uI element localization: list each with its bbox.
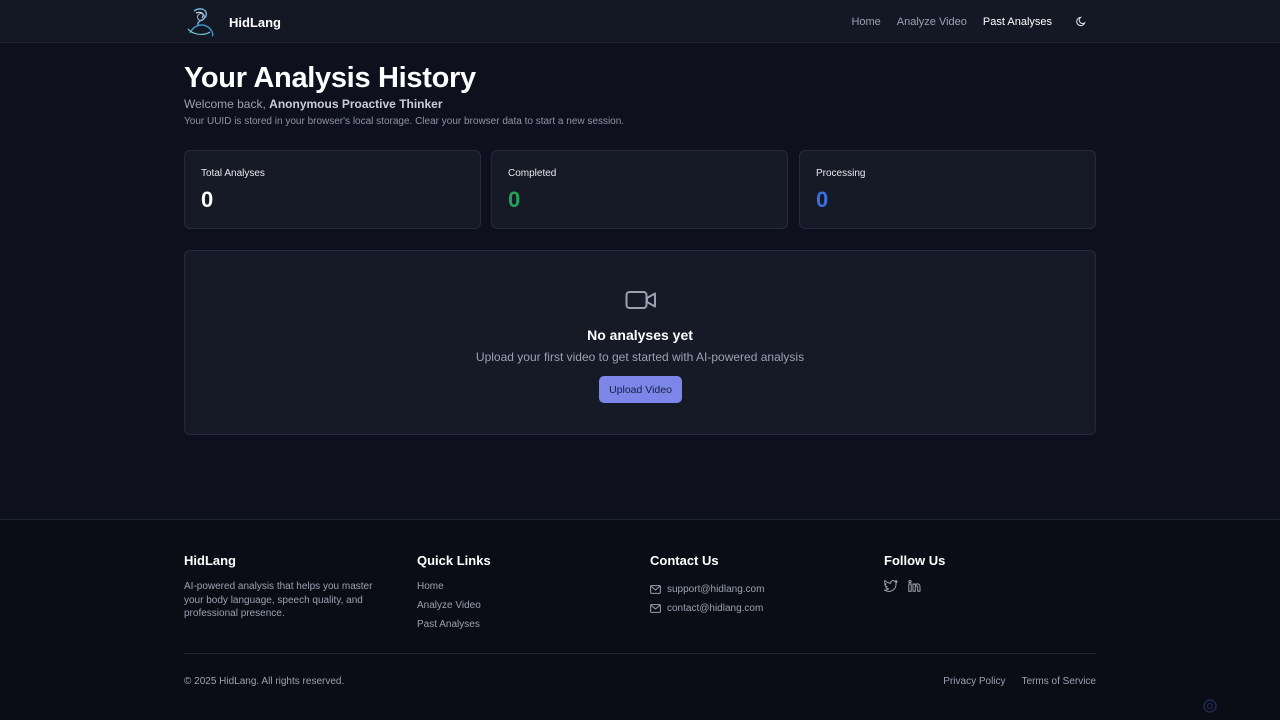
twitter-icon[interactable] — [884, 580, 898, 592]
brand-name: HidLang — [229, 14, 281, 30]
stat-value: 0 — [508, 187, 521, 212]
mail-icon — [650, 585, 661, 594]
floating-badge-icon[interactable] — [1203, 699, 1217, 713]
video-camera-icon — [625, 291, 656, 309]
contact-email: support@hidlang.com — [667, 584, 765, 595]
stat-label: Processing — [816, 168, 866, 179]
upload-video-button[interactable]: Upload Video — [599, 376, 682, 403]
uuid-note: Your UUID is stored in your browser's lo… — [184, 116, 625, 127]
linkedin-icon[interactable] — [908, 580, 921, 592]
empty-state-card: No analyses yet Upload your first video … — [184, 250, 1096, 435]
copyright: © 2025 HidLang. All rights reserved. — [184, 676, 345, 687]
footer-link-home[interactable]: Home — [417, 580, 491, 599]
footer-divider — [184, 653, 1096, 654]
stat-label: Total Analyses — [201, 168, 265, 179]
contact-title: Contact Us — [650, 553, 719, 568]
follow-title: Follow Us — [884, 553, 946, 568]
footer-link-past-analyses[interactable]: Past Analyses — [417, 618, 491, 637]
empty-state-subtitle: Upload your first video to get started w… — [475, 350, 805, 364]
footer: HidLang AI-powered analysis that helps y… — [0, 519, 1280, 720]
mail-icon — [650, 604, 661, 613]
footer-contact: Contact Us support@hidlang.com contact@h… — [650, 553, 764, 618]
nav-home[interactable]: Home — [851, 16, 880, 28]
user-name: Anonymous Proactive Thinker — [269, 97, 443, 111]
stat-value: 0 — [201, 187, 214, 212]
footer-quick-links: Quick Links Home Analyze Video Past Anal… — [417, 553, 491, 637]
contact-general[interactable]: contact@hidlang.com — [650, 599, 764, 618]
contact-support[interactable]: support@hidlang.com — [650, 580, 764, 599]
social-links — [884, 580, 945, 592]
quick-links-title: Quick Links — [417, 553, 491, 568]
footer-description: AI-powered analysis that helps you maste… — [184, 581, 373, 619]
empty-state-title: No analyses yet — [587, 327, 693, 343]
page-title: Your Analysis History — [184, 62, 476, 94]
brand[interactable]: HidLang — [184, 5, 281, 39]
footer-brand: HidLang — [184, 553, 236, 568]
welcome-prefix: Welcome back, — [184, 97, 266, 111]
stat-card-total: Total Analyses 0 — [184, 150, 481, 229]
legal-links: Privacy Policy Terms of Service — [927, 676, 1096, 687]
logo-icon — [187, 8, 214, 37]
stat-label: Completed — [508, 168, 557, 179]
stat-card-completed: Completed 0 — [491, 150, 788, 229]
footer-link-analyze-video[interactable]: Analyze Video — [417, 599, 491, 618]
welcome-message: Welcome back, Anonymous Proactive Thinke… — [184, 97, 443, 111]
top-navigation-bar: HidLang Home Analyze Video Past Analyses — [0, 0, 1280, 43]
footer-follow: Follow Us — [884, 553, 945, 592]
stat-value: 0 — [816, 187, 829, 212]
footer-brand-column: HidLang AI-powered analysis that helps y… — [184, 553, 384, 621]
terms-of-service-link[interactable]: Terms of Service — [1022, 676, 1096, 687]
nav-analyze-video[interactable]: Analyze Video — [897, 16, 967, 28]
main-nav: Home Analyze Video Past Analyses — [835, 0, 1088, 43]
contact-email: contact@hidlang.com — [667, 603, 764, 614]
stat-card-processing: Processing 0 — [799, 150, 1096, 229]
privacy-policy-link[interactable]: Privacy Policy — [943, 676, 1005, 687]
nav-past-analyses[interactable]: Past Analyses — [983, 16, 1052, 28]
moon-icon[interactable] — [1074, 15, 1088, 29]
